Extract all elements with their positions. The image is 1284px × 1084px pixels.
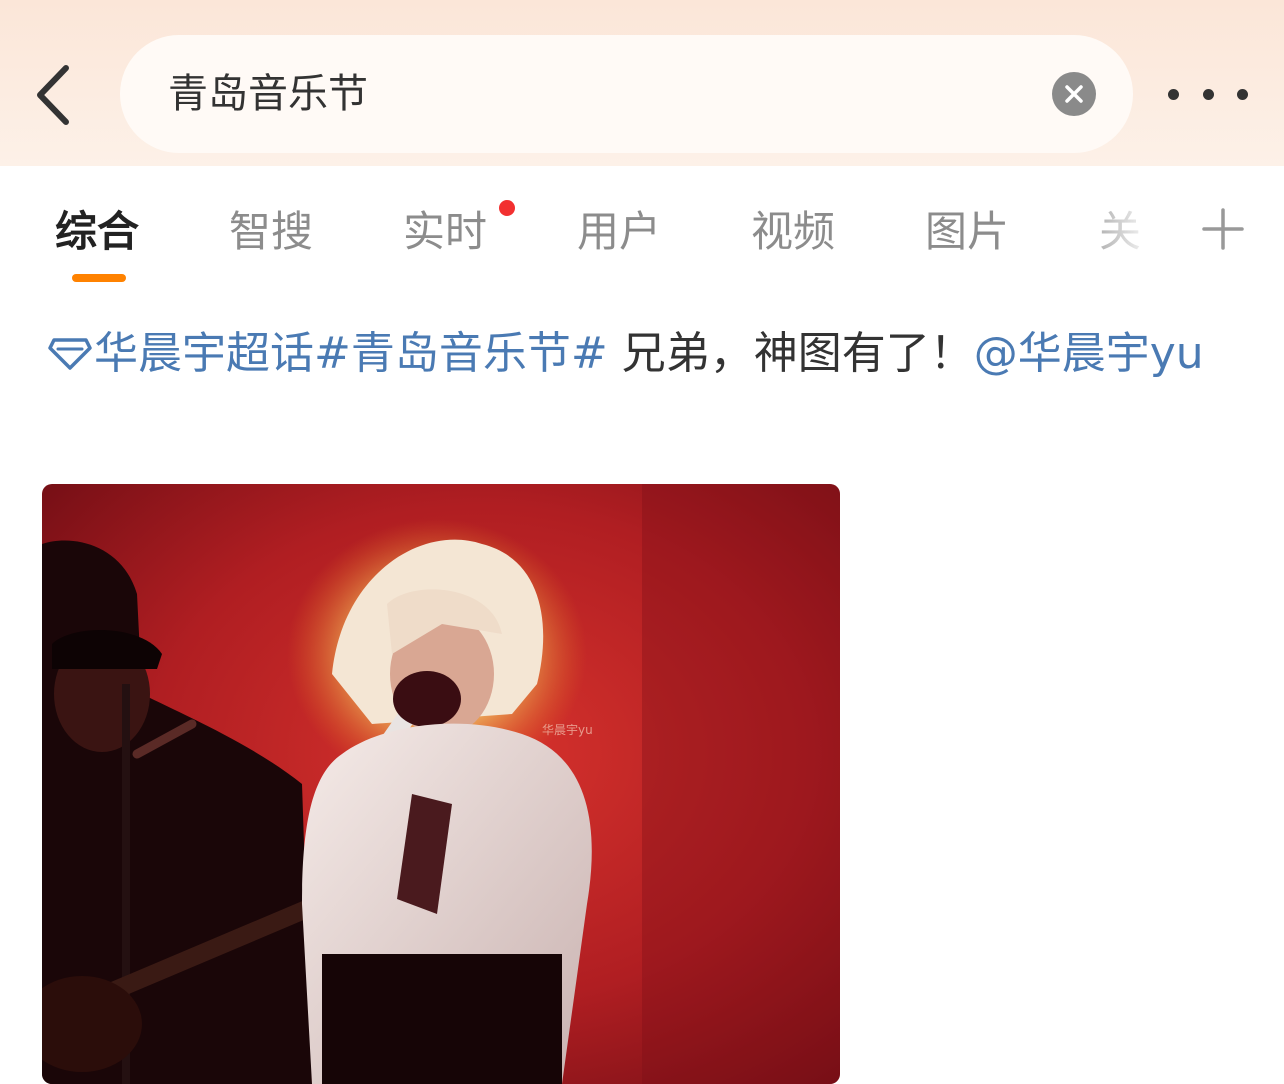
tab-videos[interactable]: 视频	[751, 202, 835, 262]
close-icon	[1065, 85, 1083, 103]
tab-partial[interactable]: 关	[1099, 202, 1141, 262]
search-header	[0, 0, 1284, 166]
tab-users[interactable]: 用户	[577, 202, 661, 262]
plus-icon	[1202, 208, 1244, 250]
diamond-icon	[48, 338, 92, 370]
tab-comprehensive[interactable]: 综合	[55, 202, 139, 262]
search-tabs: 综合 智搜 实时 用户 视频 图片 关	[0, 166, 1284, 296]
supertopic-label: 华晨宇超话	[94, 328, 314, 379]
chevron-left-icon	[37, 65, 69, 125]
mention-link[interactable]: @华晨宇yu	[974, 328, 1204, 379]
add-tab-button[interactable]	[1198, 204, 1248, 254]
post-body-text: 兄弟，神图有了！	[607, 328, 974, 379]
more-options-button[interactable]	[1168, 74, 1248, 114]
search-box[interactable]	[120, 35, 1133, 153]
notification-dot	[499, 200, 515, 216]
concert-photo: 华晨宇yu	[42, 484, 840, 1084]
more-dots-icon	[1168, 88, 1179, 100]
supertopic-link[interactable]: 华晨宇超话	[48, 328, 314, 379]
tab-smart-search[interactable]: 智搜	[229, 202, 313, 262]
post-image[interactable]: 华晨宇yu	[42, 484, 840, 1084]
clear-search-button[interactable]	[1052, 72, 1096, 116]
tab-images[interactable]: 图片	[925, 202, 1009, 262]
photo-watermark: 华晨宇yu	[542, 723, 593, 737]
hashtag-link[interactable]: #青岛音乐节#	[314, 328, 608, 379]
tab-realtime[interactable]: 实时	[403, 202, 487, 262]
search-input[interactable]	[168, 35, 1028, 153]
more-dot	[1237, 88, 1248, 100]
back-button[interactable]	[22, 60, 86, 130]
post-text: 华晨宇超话#青岛音乐节# 兄弟，神图有了！@华晨宇yu	[48, 318, 1248, 390]
active-tab-indicator	[72, 274, 126, 282]
more-dot	[1202, 88, 1214, 100]
